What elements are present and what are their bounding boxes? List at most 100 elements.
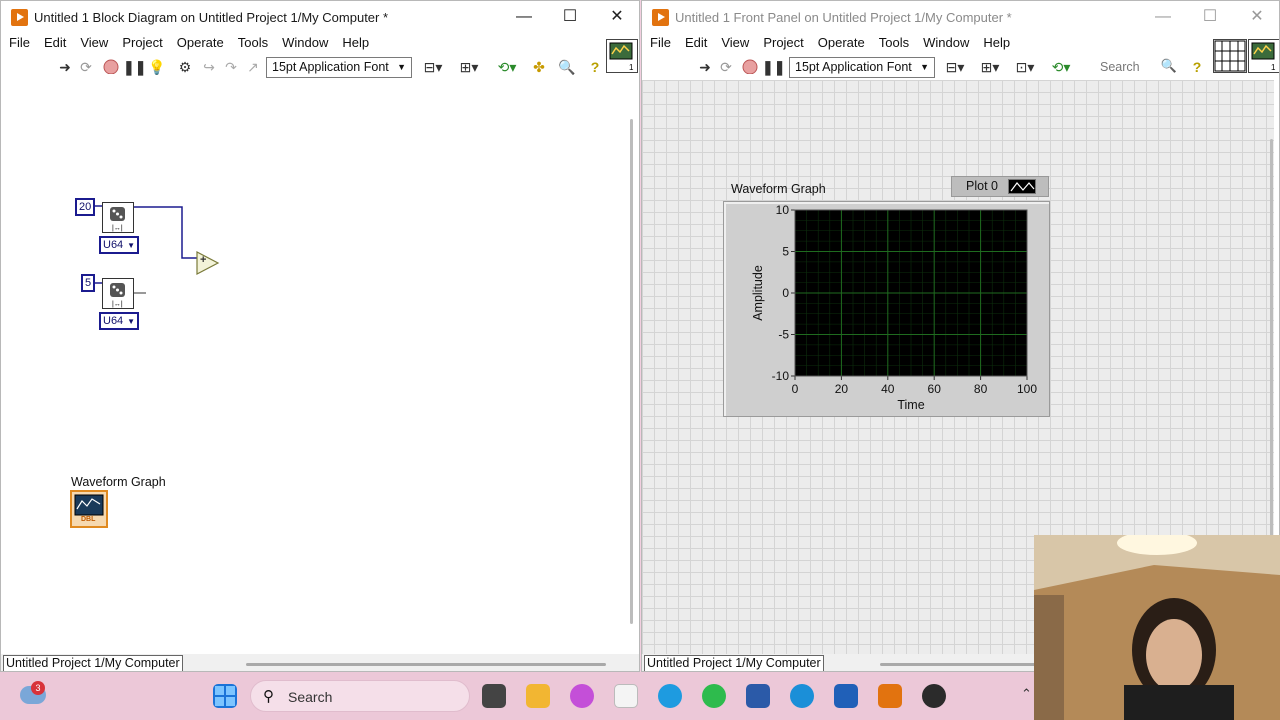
help-icon[interactable]: ? xyxy=(586,58,604,76)
reorder-icon[interactable]: ⟲▾ xyxy=(1048,58,1074,76)
menu-operate[interactable]: Operate xyxy=(811,34,872,52)
connector-pane-icon[interactable] xyxy=(1213,39,1247,73)
align-icon[interactable]: ⊟▾ xyxy=(942,58,968,76)
terminal-tag: DBL xyxy=(81,516,96,523)
close-icon[interactable]: ✕ xyxy=(1244,6,1270,28)
file-explorer-icon[interactable] xyxy=(526,684,550,708)
title-bar[interactable]: Untitled 1 Front Panel on Untitled Proje… xyxy=(642,1,1279,34)
menu-operate[interactable]: Operate xyxy=(170,34,231,52)
store-icon[interactable] xyxy=(614,684,638,708)
plot-legend[interactable]: Plot 0 xyxy=(951,176,1049,197)
y-tick-label: 10 xyxy=(776,203,790,217)
random-number-node-b[interactable]: |↔| xyxy=(102,278,134,309)
menu-help[interactable]: Help xyxy=(976,34,1017,52)
menu-bar: File Edit View Project Operate Tools Window Hel… xyxy=(1,34,579,54)
help-icon[interactable]: ? xyxy=(1188,58,1206,76)
font-select[interactable]: 15pt Application Font ▼ xyxy=(789,57,935,78)
abort-icon[interactable] xyxy=(102,58,120,76)
menu-help[interactable]: Help xyxy=(335,34,376,52)
vi-icon[interactable]: 1 xyxy=(606,39,638,73)
myhp-icon[interactable] xyxy=(834,684,858,708)
menu-project[interactable]: Project xyxy=(115,34,169,52)
horizontal-scrollbar[interactable] xyxy=(246,663,606,666)
menu-file[interactable]: File xyxy=(643,34,678,52)
font-select[interactable]: 15pt Application Font ▼ xyxy=(266,57,412,78)
vi-icon[interactable]: 1 xyxy=(1248,39,1279,73)
labview-app-icon xyxy=(652,9,669,26)
highlight-bulb-icon[interactable]: 💡 xyxy=(148,58,166,76)
menu-tools[interactable]: Tools xyxy=(231,34,275,52)
waveform-graph-terminal[interactable]: DBL xyxy=(70,490,108,528)
menu-edit[interactable]: Edit xyxy=(678,34,714,52)
type-selector-b[interactable]: U64 xyxy=(99,312,139,330)
abort-icon[interactable] xyxy=(741,58,759,76)
run-arrow-icon[interactable]: ➜ xyxy=(56,58,74,76)
obs-icon[interactable] xyxy=(922,684,946,708)
pause-icon[interactable]: ❚❚ xyxy=(123,58,146,76)
menu-file[interactable]: File xyxy=(2,34,37,52)
menu-project[interactable]: Project xyxy=(756,34,810,52)
windows-start-icon[interactable] xyxy=(213,684,237,708)
title-bar[interactable]: Untitled 1 Block Diagram on Untitled Pro… xyxy=(1,1,639,34)
y-tick-label: 5 xyxy=(782,245,789,259)
menu-edit[interactable]: Edit xyxy=(37,34,73,52)
vertical-scrollbar[interactable] xyxy=(630,119,633,624)
taskbar-search-label: Search xyxy=(288,689,333,705)
reorder-icon[interactable]: ⟲▾ xyxy=(494,58,520,76)
distribute-icon[interactable]: ⊞▾ xyxy=(456,58,482,76)
random-number-node-a[interactable]: |↔| xyxy=(102,202,134,233)
maximize-icon[interactable]: ☐ xyxy=(1197,6,1223,28)
minimize-icon[interactable]: — xyxy=(1150,6,1176,28)
search-icon[interactable]: 🔍 xyxy=(557,58,577,76)
type-selector-a[interactable]: U64 xyxy=(99,236,139,254)
resize-icon[interactable]: ⊡▾ xyxy=(1012,58,1038,76)
search-icon: ⚲ xyxy=(263,688,274,705)
task-view-icon[interactable] xyxy=(482,684,506,708)
distribute-icon[interactable]: ⊞▾ xyxy=(977,58,1003,76)
y-tick-label: 0 xyxy=(782,286,789,300)
window-title: Untitled 1 Front Panel on Untitled Proje… xyxy=(675,10,1012,25)
wire-layer xyxy=(93,205,220,294)
menu-tools[interactable]: Tools xyxy=(872,34,916,52)
pause-icon[interactable]: ❚❚ xyxy=(762,58,785,76)
search-icon[interactable]: 🔍 xyxy=(1161,58,1177,74)
waveform-graph[interactable]: 0 20 40 60 80 100 10 5 0 -5 -10 Time Amplitude xyxy=(723,201,1050,417)
step-into-icon[interactable]: ↪ xyxy=(199,58,219,76)
tray-chevron-icon[interactable]: ⌃ xyxy=(1021,686,1032,702)
copilot-icon[interactable] xyxy=(570,684,594,708)
numeric-constant-b[interactable]: 5 xyxy=(81,274,96,292)
cleanup-icon[interactable]: ✤ xyxy=(529,58,549,76)
plot-legend-swatch[interactable] xyxy=(1008,179,1036,194)
graph-label[interactable]: Waveform Graph xyxy=(731,182,826,196)
retain-wire-values-icon[interactable]: ⚙ xyxy=(175,58,195,76)
menu-window[interactable]: Window xyxy=(275,34,335,52)
word-icon[interactable] xyxy=(746,684,770,708)
menu-window[interactable]: Window xyxy=(916,34,976,52)
step-over-icon[interactable]: ↷ xyxy=(221,58,241,76)
wire-a xyxy=(134,206,197,259)
run-continuous-icon[interactable]: ⟳ xyxy=(717,58,735,76)
numeric-constant-a[interactable]: 20 xyxy=(75,198,96,216)
menu-view[interactable]: View xyxy=(73,34,115,52)
minimize-icon[interactable]: — xyxy=(511,6,537,28)
whatsapp-icon[interactable] xyxy=(702,684,726,708)
menu-view[interactable]: View xyxy=(714,34,756,52)
graph-terminal-label: Waveform Graph xyxy=(71,475,166,489)
diagram-canvas[interactable]: 20 |↔| U64 + 5 |↔| U64 Waveform Graph DB… xyxy=(1,80,627,654)
status-bar: Untitled Project 1/My Computer xyxy=(1,654,639,671)
run-continuous-icon[interactable]: ⟳ xyxy=(77,58,95,76)
edge-icon[interactable] xyxy=(658,684,682,708)
search-input[interactable]: Search 🔍 xyxy=(1093,58,1179,77)
project-context[interactable]: Untitled Project 1/My Computer xyxy=(3,655,183,671)
weather-badge: 3 xyxy=(31,681,45,695)
align-icon[interactable]: ⊟▾ xyxy=(420,58,446,76)
taskbar-search[interactable]: ⚲ Search xyxy=(250,680,470,712)
project-context[interactable]: Untitled Project 1/My Computer xyxy=(644,655,824,671)
labview-taskbar-icon[interactable] xyxy=(878,684,902,708)
maximize-icon[interactable]: ☐ xyxy=(557,6,583,28)
help-app-icon[interactable] xyxy=(790,684,814,708)
step-out-icon[interactable]: ↗ xyxy=(243,58,263,76)
close-icon[interactable]: ✕ xyxy=(604,6,630,28)
run-arrow-icon[interactable]: ➜ xyxy=(696,58,714,76)
add-symbol[interactable]: + xyxy=(200,254,206,266)
